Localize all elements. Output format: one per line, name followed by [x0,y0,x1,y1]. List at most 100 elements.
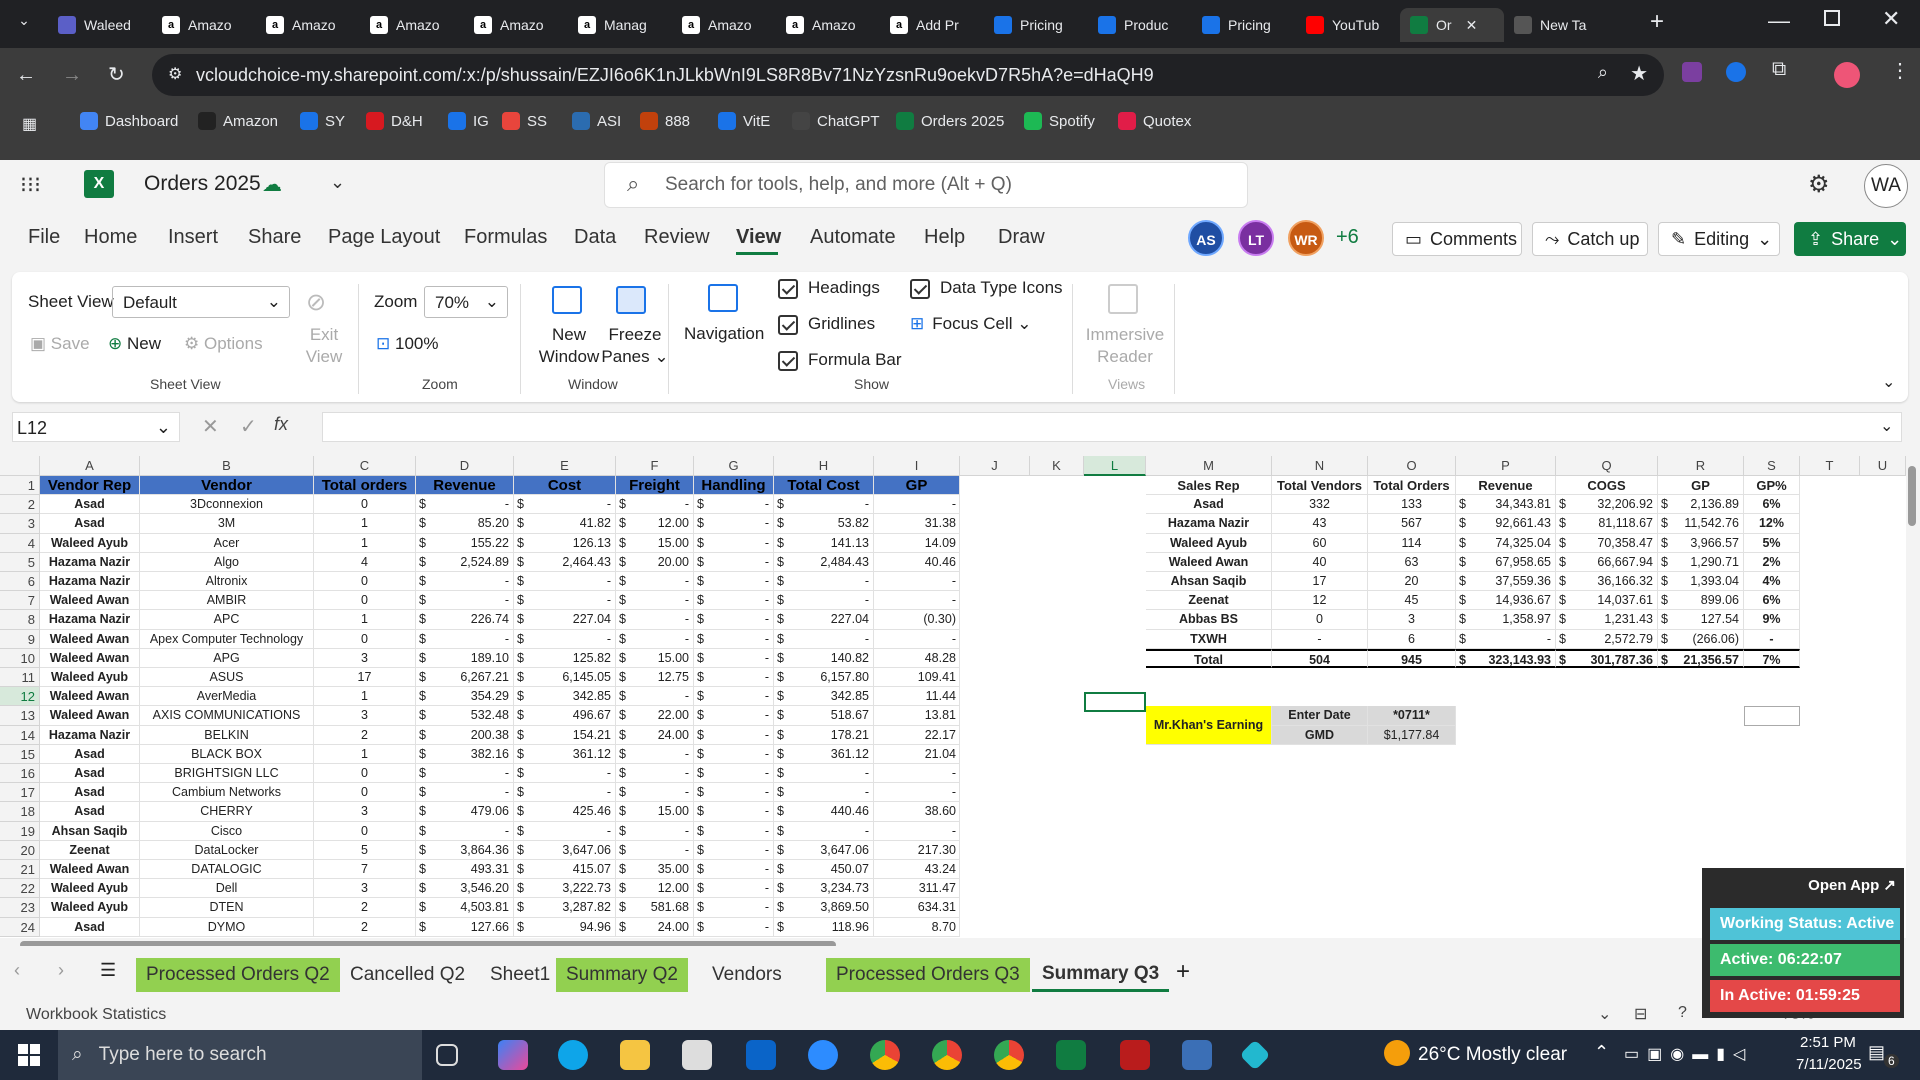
bookmark-item[interactable]: D&H [366,112,423,130]
orders-cell[interactable]: 0 [314,821,416,841]
user-avatar[interactable]: WA [1864,164,1908,208]
spreadsheet-grid[interactable]: ABCDEFGHIJKLMNOPQRSTU 1 2 3 4 5 6 7 8 9 10 11 12 13 1… [0,456,1906,938]
summary-header[interactable]: Total Vendors [1272,476,1368,496]
summary-cell[interactable]: 20 [1368,572,1456,592]
amount-cell[interactable]: $126.13 [514,533,616,553]
orders-cell[interactable]: 1 [314,744,416,764]
orders-cell[interactable]: 1 [314,610,416,630]
summary-cell[interactable]: Asad [1146,495,1272,515]
expand-formula-bar-icon[interactable]: ⌄ [1880,416,1893,436]
summary-cell[interactable]: $1,393.04 [1658,572,1744,592]
amount-cell[interactable]: $ - [694,879,774,899]
amount-cell[interactable]: $3,222.73 [514,879,616,899]
tab-search-chevron-icon[interactable]: ⌄ [10,12,38,36]
extensions-puzzle-icon[interactable]: ⧉ [1772,58,1786,81]
amount-cell[interactable]: $2,464.43 [514,552,616,572]
search-input[interactable]: ⌕ Search for tools, help, and more (Alt … [604,162,1248,208]
orders-cell[interactable]: 3 [314,879,416,899]
gp-cell[interactable]: 48.28 [874,648,960,668]
bookmark-star-icon[interactable]: ★ [1630,61,1648,86]
amount-cell[interactable]: $2,524.89 [416,552,514,572]
weather-text[interactable]: 26°C Mostly clear [1418,1044,1567,1066]
amount-cell[interactable]: $ - [694,802,774,822]
amount-cell[interactable]: $ - [616,629,694,649]
summary-cell[interactable]: Zeenat [1146,591,1272,611]
orders-cell[interactable]: 4 [314,552,416,572]
vendor-rep-cell[interactable]: Waleed Ayub [40,533,140,553]
bookmark-item[interactable]: Quotex [1118,112,1191,130]
comments-button[interactable]: ▭ Comments [1392,222,1522,256]
summary-cell[interactable]: - [1272,629,1368,649]
notification-icon[interactable]: ▤ [1868,1042,1885,1063]
menu-tab-home[interactable]: Home [84,226,137,249]
collaborator-avatar[interactable]: LT [1238,220,1274,256]
summary-cell[interactable]: 63 [1368,552,1456,572]
new-tab-button[interactable]: + [1650,8,1664,36]
summary-cell[interactable]: 5% [1744,533,1800,553]
summary-cell[interactable]: $67,958.65 [1456,552,1556,572]
column-title[interactable]: GP [874,476,960,496]
scroll-sheets-left-icon[interactable]: ‹ [14,960,20,981]
open-app-button[interactable]: Open App ↗ [1808,876,1896,894]
column-title[interactable]: Vendor [140,476,314,496]
amount-cell[interactable]: $ - [616,495,694,515]
amount-cell[interactable]: $ - [616,591,694,611]
settings-gear-icon[interactable]: ⚙ [1808,170,1830,199]
summary-cell[interactable]: Waleed Ayub [1146,533,1272,553]
title-chevron-icon[interactable]: ⌄ [330,172,345,193]
orders-cell[interactable]: 2 [314,898,416,918]
amount-cell[interactable]: $ - [694,629,774,649]
vendor-rep-cell[interactable]: Hazama Nazir [40,552,140,572]
amount-cell[interactable]: $ - [514,591,616,611]
orders-cell[interactable]: 7 [314,860,416,880]
outlook-icon[interactable] [746,1040,776,1070]
summary-cell[interactable]: TXWH [1146,629,1272,649]
amount-cell[interactable]: $ - [694,687,774,707]
summary-cell[interactable]: 6% [1744,495,1800,515]
amount-cell[interactable]: $22.00 [616,706,694,726]
orders-cell[interactable]: 0 [314,572,416,592]
vendor-rep-cell[interactable]: Ahsan Saqib [40,821,140,841]
vendor-cell[interactable]: Acer [140,533,314,553]
clock-date[interactable]: 7/11/2025 [1796,1056,1862,1073]
chrome-icon[interactable] [932,1040,962,1070]
amount-cell[interactable]: $127.66 [416,917,514,937]
vpn-icon[interactable] [1239,1039,1271,1071]
amount-cell[interactable]: $178.21 [774,725,874,745]
browser-tab[interactable]: a Amazo [360,8,464,42]
zoom-dropdown[interactable]: 70% ⌄ [424,286,508,318]
navigation-button[interactable]: Navigation [684,324,764,344]
amount-cell[interactable]: $3,647.06 [514,840,616,860]
amount-cell[interactable]: $ - [694,572,774,592]
amount-cell[interactable]: $342.85 [774,687,874,707]
summary-cell[interactable]: $1,290.71 [1658,552,1744,572]
row-header[interactable]: 22 [0,879,40,899]
row-header[interactable]: 13 [0,706,40,726]
summary-cell[interactable]: $36,166.32 [1556,572,1658,592]
menu-tab-view[interactable]: View [736,226,781,249]
vendor-cell[interactable]: 3M [140,514,314,534]
column-header[interactable]: C [314,456,416,476]
column-header[interactable]: A [40,456,140,476]
amount-cell[interactable]: $ - [774,783,874,803]
row-header[interactable]: 11 [0,668,40,688]
amount-cell[interactable]: $496.67 [514,706,616,726]
column-title[interactable]: Total orders [314,476,416,496]
amount-cell[interactable]: $ - [416,495,514,515]
amount-cell[interactable]: $ - [616,840,694,860]
collaborator-avatar[interactable]: AS [1188,220,1224,256]
vendor-rep-cell[interactable]: Asad [40,495,140,515]
row-header[interactable]: 4 [0,533,40,553]
extension-icon[interactable] [1682,62,1702,82]
amount-cell[interactable]: $493.31 [416,860,514,880]
apps-grid-icon[interactable]: ▦ [22,114,37,134]
vendor-cell[interactable]: Altronix [140,572,314,592]
amount-cell[interactable]: $24.00 [616,917,694,937]
bookmark-item[interactable]: Dashboard [80,112,178,130]
gp-cell[interactable]: - [874,821,960,841]
summary-cell[interactable]: $32,206.92 [1556,495,1658,515]
orders-cell[interactable]: 3 [314,648,416,668]
select-all-corner[interactable] [0,456,40,476]
summary-cell[interactable]: Hazama Nazir [1146,514,1272,534]
summary-cell[interactable]: 4% [1744,572,1800,592]
